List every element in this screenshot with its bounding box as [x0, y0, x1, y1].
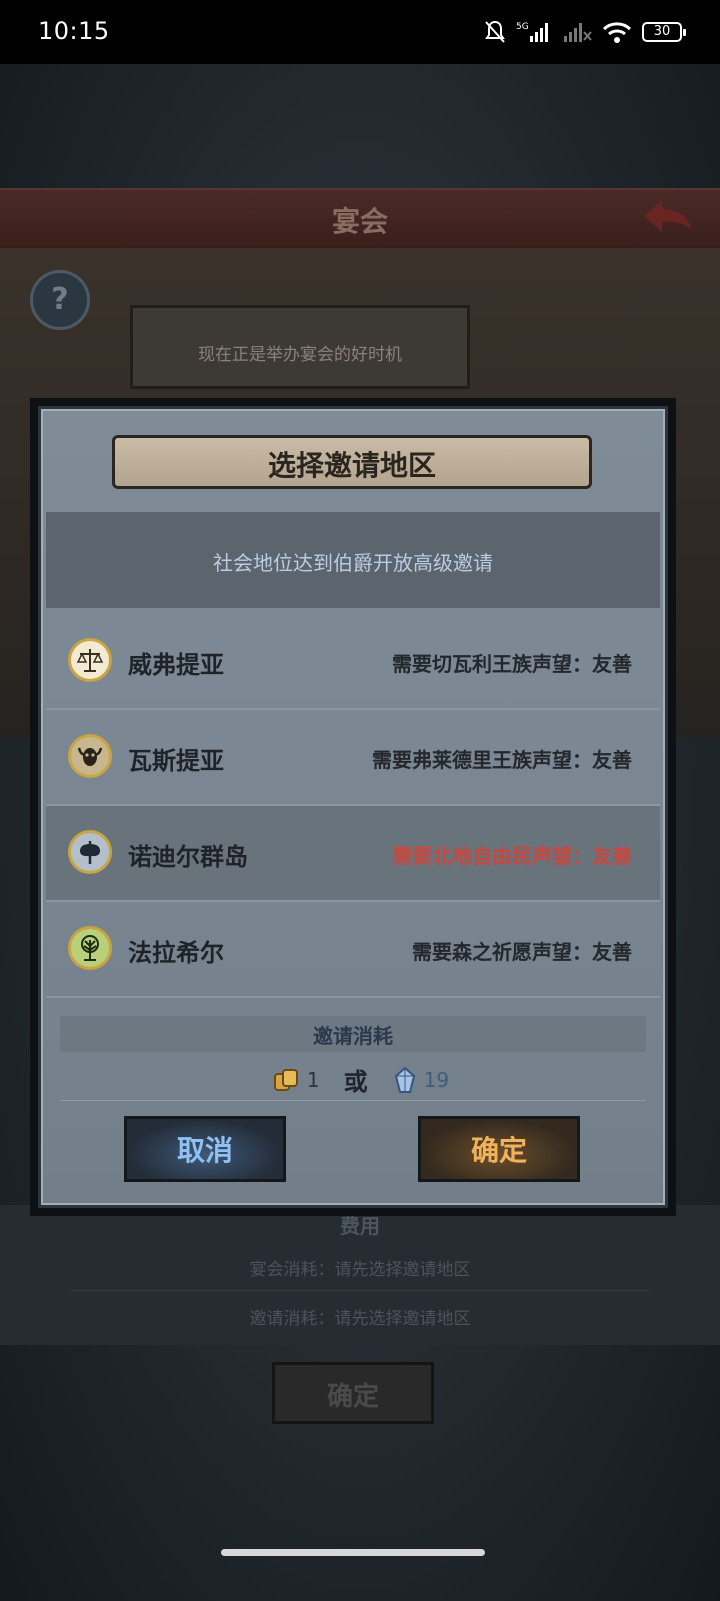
divider	[60, 1100, 646, 1101]
scroll-item-icon	[273, 1068, 298, 1091]
region-requirement: 需要弗莱德里王族声望：友善	[372, 748, 632, 772]
cancel-button[interactable]: 取消	[124, 1116, 286, 1182]
background-invite-cost: 邀请消耗：请先选择邀请地区	[249, 1309, 471, 1329]
divider	[70, 1290, 650, 1291]
background-banquet-cost: 宴会消耗：请先选择邀请地区	[249, 1260, 471, 1280]
scales-icon	[68, 638, 112, 682]
bull-skull-icon	[68, 734, 112, 778]
status-time: 10:15	[38, 17, 110, 45]
region-row-nordil-islands[interactable]: 诺迪尔群岛 需要北地自由民声望：友善	[46, 806, 660, 902]
help-icon[interactable]: ?	[30, 270, 90, 330]
region-requirement: 需要森之祈愿声望：友善	[412, 940, 632, 964]
status-bar: 10:15 5G 30	[0, 0, 720, 64]
status-icons: 5G 30	[484, 18, 686, 46]
region-requirement: 需要切瓦利王族声望：友善	[392, 652, 632, 676]
crystal-icon	[394, 1066, 415, 1093]
region-name: 瓦斯提亚	[128, 747, 224, 775]
axe-icon	[68, 830, 112, 874]
dialog-title: 选择邀请地区	[267, 449, 436, 482]
battery-icon: 30	[642, 22, 686, 42]
home-indicator[interactable]	[221, 1549, 485, 1556]
invite-cost-title: 邀请消耗	[313, 1024, 393, 1048]
back-arrow-icon[interactable]	[640, 196, 696, 236]
background-confirm-label: 确定	[326, 1382, 379, 1412]
background-banner-text: 现在正是举办宴会的好时机	[198, 345, 402, 365]
region-name: 法拉希尔	[128, 939, 224, 967]
network-label: 5G	[516, 22, 529, 32]
confirm-button[interactable]: 确定	[418, 1116, 580, 1182]
signal-empty-icon	[564, 23, 592, 42]
region-row-vastia[interactable]: 瓦斯提亚 需要弗莱德里王族声望：友善	[46, 710, 660, 806]
region-row-weiftia[interactable]: 威弗提亚 需要切瓦利王族声望：友善	[46, 614, 660, 710]
signal-5g-icon: 5G	[516, 22, 548, 42]
region-row-farahil[interactable]: 法拉希尔 需要森之祈愿声望：友善	[46, 902, 660, 998]
background-title: 宴会	[331, 205, 388, 238]
tree-icon	[68, 926, 112, 970]
wifi-icon	[602, 22, 632, 43]
region-name: 诺迪尔群岛	[128, 843, 248, 871]
bell-muted-icon	[485, 20, 505, 43]
region-requirement: 需要北地自由民声望：友善	[392, 844, 632, 868]
region-name: 威弗提亚	[128, 651, 224, 679]
cost-or-label: 或	[343, 1068, 368, 1096]
invite-cost-line: 1 或 19	[0, 1062, 720, 1097]
notice-text: 社会地位达到伯爵开放高级邀请	[213, 551, 493, 575]
item-cost-qty: 1	[306, 1067, 320, 1092]
gem-cost-qty: 19	[423, 1067, 450, 1092]
